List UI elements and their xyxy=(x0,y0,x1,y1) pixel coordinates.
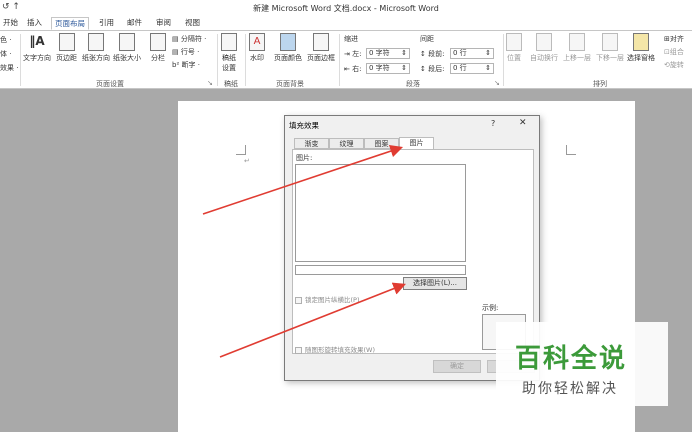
picture-path-field xyxy=(295,265,466,275)
watermark-icon: A xyxy=(249,33,265,51)
spacing-label: 间距 xyxy=(420,35,434,43)
separator xyxy=(217,34,218,86)
ribbon: 色 · 体 · 效果 · ‖A 文字方向 页边距 纸张方向 纸张大小 分栏 ▤ … xyxy=(0,30,692,89)
ribbon-tabs: 开始 插入 页面布局 引用 邮件 审阅 视图 xyxy=(0,16,692,30)
align-button[interactable]: ⊞对齐 xyxy=(664,34,684,44)
rotate-button[interactable]: ⟲旋转 xyxy=(664,60,684,70)
window-title: 新建 Microsoft Word 文档.docx - Microsoft Wo… xyxy=(253,4,439,13)
bring-forward-button[interactable]: 上移一层 xyxy=(563,33,591,63)
tab-mailings[interactable]: 邮件 xyxy=(124,17,145,30)
text-direction-button[interactable]: ‖A 文字方向 xyxy=(23,33,51,63)
spinner-arrows-icon[interactable]: ⇕ xyxy=(485,49,491,58)
page-color-icon xyxy=(280,33,296,51)
tab-references[interactable]: 引用 xyxy=(96,17,117,30)
page-borders-button[interactable]: 页面边框 xyxy=(307,33,335,63)
group-label-arrange: 排列 xyxy=(593,80,607,88)
orientation-button[interactable]: 纸张方向 xyxy=(82,33,110,63)
spacing-after-label: ↕ 段后: xyxy=(420,65,445,73)
spacing-before-label: ↕ 段前: xyxy=(420,50,445,58)
position-button[interactable]: 位置 xyxy=(506,33,522,63)
title-bar: ↺ ↑ 新建 Microsoft Word 文档.docx - Microsof… xyxy=(0,0,692,16)
draft-icon xyxy=(221,33,237,51)
spacing-before-spinner[interactable]: 0 行 ⇕ xyxy=(450,48,494,59)
tab-pattern[interactable]: 图案 xyxy=(364,138,399,149)
separator xyxy=(245,34,246,86)
spacing-after-spinner[interactable]: 0 行 ⇕ xyxy=(450,63,494,74)
dialog-title: 填充效果 xyxy=(289,121,319,130)
breaks-button[interactable]: ▤ 分隔符 · xyxy=(172,34,206,44)
indent-right-spinner[interactable]: 0 字符 ⇕ xyxy=(366,63,410,74)
margins-icon xyxy=(58,33,75,51)
checkbox-icon xyxy=(295,296,302,304)
spinner-arrows-icon[interactable]: ⇕ xyxy=(401,64,407,73)
margins-button[interactable]: 页边距 xyxy=(56,33,77,63)
columns-button[interactable]: 分栏 xyxy=(150,33,166,63)
line-numbers-button[interactable]: ▤ 行号 · xyxy=(172,47,199,57)
sample-label: 示例: xyxy=(482,304,499,312)
send-backward-button[interactable]: 下移一层 xyxy=(596,33,624,63)
crop-mark xyxy=(236,145,246,155)
columns-icon xyxy=(150,33,166,51)
picture-preview-box xyxy=(295,164,466,262)
page-color-button[interactable]: 页面颜色 xyxy=(274,33,302,63)
size-icon xyxy=(119,33,135,51)
page-borders-icon xyxy=(313,33,329,51)
orientation-icon xyxy=(88,33,104,51)
tab-texture[interactable]: 纹理 xyxy=(329,138,364,149)
bring-forward-icon xyxy=(569,33,585,51)
tab-review[interactable]: 审阅 xyxy=(153,17,174,30)
indent-label: 缩进 xyxy=(344,35,358,43)
position-icon xyxy=(506,33,522,51)
picture-label: 图片: xyxy=(296,154,313,162)
tab-page-layout[interactable]: 页面布局 xyxy=(51,17,89,30)
close-button[interactable]: ✕ xyxy=(519,118,527,128)
wrap-text-button[interactable]: 自动换行 xyxy=(530,33,558,63)
group-label-paragraph: 段落 xyxy=(406,80,420,88)
spinner-arrows-icon[interactable]: ⇕ xyxy=(485,64,491,73)
group-button[interactable]: ⊡组合 xyxy=(664,47,684,57)
paragraph-dialog-launcher[interactable]: ↘ xyxy=(494,79,500,87)
separator xyxy=(503,34,504,86)
separator xyxy=(20,34,21,86)
watermark-button[interactable]: A 水印 xyxy=(249,33,265,63)
group-label-page-setup: 页面设置 xyxy=(96,80,124,88)
indent-left-spinner[interactable]: 0 字符 ⇕ xyxy=(366,48,410,59)
theme-effects-button[interactable]: 效果 · xyxy=(0,63,18,73)
wrap-text-icon xyxy=(536,33,552,51)
indent-left-label: ⇥ 左: xyxy=(344,50,362,58)
watermark-logo: 百科全说 助你轻松解决 xyxy=(496,322,668,406)
group-label-draft: 稿纸 xyxy=(224,80,238,88)
help-button[interactable]: ? xyxy=(491,119,495,128)
send-backward-icon xyxy=(602,33,618,51)
group-label-page-background: 页面背景 xyxy=(276,80,304,88)
theme-fonts-button[interactable]: 体 · xyxy=(0,49,11,59)
selection-pane-icon xyxy=(633,33,649,51)
tab-insert[interactable]: 插入 xyxy=(24,17,45,30)
checkbox-icon xyxy=(295,346,302,354)
page-setup-dialog-launcher[interactable]: ↘ xyxy=(207,79,213,87)
lock-aspect-checkbox[interactable]: 锁定图片纵横比(P) xyxy=(295,294,360,304)
selection-pane-button[interactable]: 选择窗格 xyxy=(627,33,655,63)
watermark-title: 百科全说 xyxy=(515,344,628,374)
separator xyxy=(339,34,340,86)
spinner-arrows-icon[interactable]: ⇕ xyxy=(401,49,407,58)
ok-button[interactable]: 确定 xyxy=(433,360,481,373)
draft-settings-button[interactable]: 稿纸 设置 xyxy=(221,33,237,73)
text-direction-icon: ‖A xyxy=(29,34,45,48)
size-button[interactable]: 纸张大小 xyxy=(113,33,141,63)
paragraph-mark-icon: ↵ xyxy=(244,157,250,165)
theme-colors-button[interactable]: 色 · xyxy=(0,35,11,45)
watermark-subtitle: 助你轻松解决 xyxy=(522,381,618,397)
tab-gradient[interactable]: 渐变 xyxy=(294,138,329,149)
select-picture-button[interactable]: 选择图片(L)... xyxy=(403,277,467,290)
tab-view[interactable]: 视图 xyxy=(182,17,203,30)
rotate-with-shape-checkbox[interactable]: 随图形旋转填充效果(W) xyxy=(295,344,375,354)
hyphenation-button[interactable]: b² 断字 · xyxy=(172,60,200,70)
crop-mark xyxy=(566,145,576,155)
indent-right-label: ⇤ 右: xyxy=(344,65,362,73)
tab-home[interactable]: 开始 xyxy=(0,17,21,30)
